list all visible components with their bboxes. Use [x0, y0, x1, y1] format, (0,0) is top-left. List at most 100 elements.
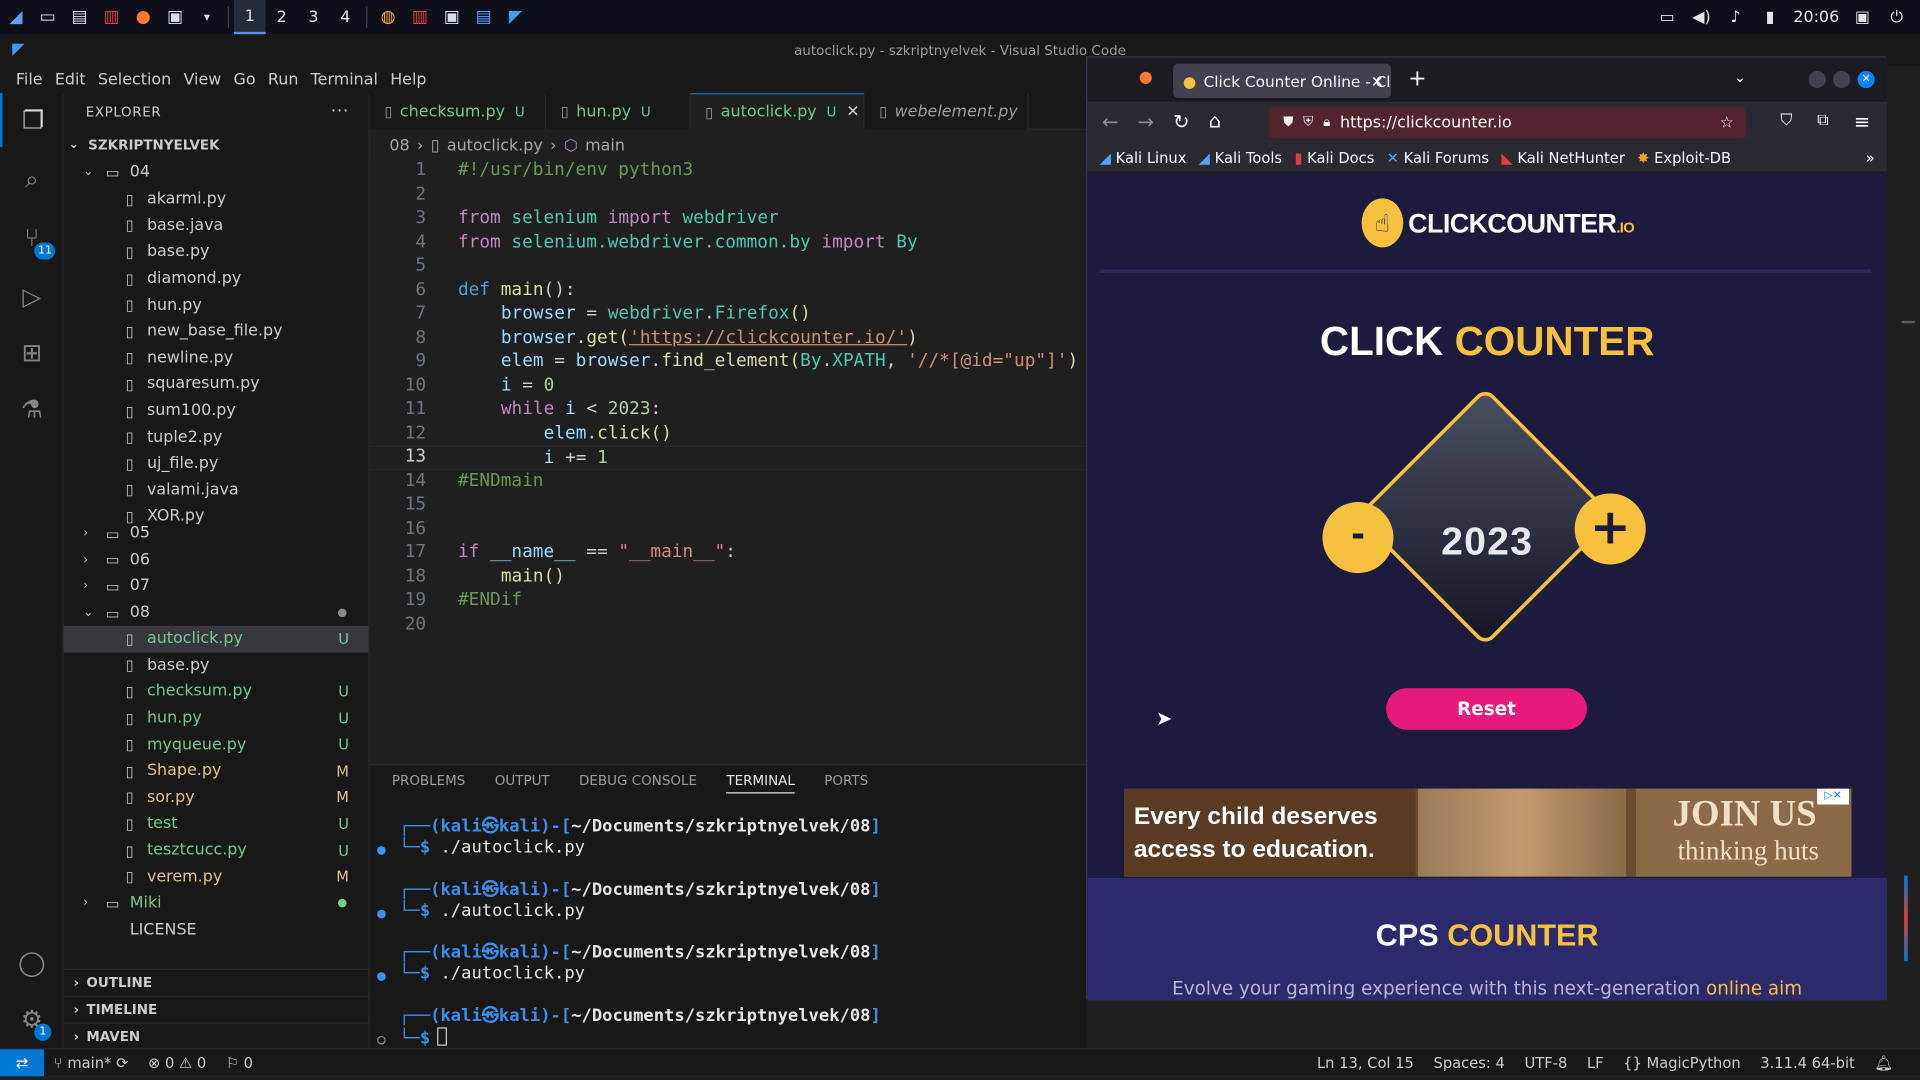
advertisement-banner[interactable]: Every child deserves access to education… [1124, 788, 1852, 877]
clock[interactable]: 20:06 [1793, 8, 1839, 26]
file-item[interactable]: ▯ diamond.py [64, 265, 369, 291]
file-item[interactable]: ▯ tuple2.py [64, 424, 369, 450]
menu-selection[interactable]: Selection [92, 70, 178, 88]
tab-output[interactable]: OUTPUT [495, 773, 550, 794]
file-item[interactable]: ▯ tesztcucc.py U [64, 837, 369, 863]
branch-indicator[interactable]: ⑂ main* ⟳ [44, 1054, 138, 1071]
problems-indicator[interactable]: ⊗ 0 ⚠ 0 [138, 1054, 216, 1071]
menu-view[interactable]: View [177, 70, 227, 88]
running-app-icon[interactable]: ▥ [404, 0, 436, 34]
workspace-4[interactable]: 4 [329, 0, 361, 34]
reset-button[interactable]: Reset [1386, 688, 1587, 730]
timeline-section[interactable]: › TIMELINE [63, 995, 369, 1023]
file-item[interactable]: ▯ Shape.py M [64, 758, 369, 784]
file-item[interactable]: ▯ sum100.py [64, 398, 369, 424]
workspace-3[interactable]: 3 [298, 0, 330, 34]
file-item[interactable]: ▯ base.py [64, 239, 369, 265]
remote-icon[interactable]: ⇄ [0, 1048, 45, 1076]
reload-icon[interactable]: ↻ [1173, 110, 1189, 133]
desktop-icon[interactable]: ▭ [32, 0, 64, 34]
bookmark-kali-tools[interactable]: ◢ Kali Tools [1199, 149, 1282, 166]
settings-gear-icon[interactable]: ⚙ 1 [0, 992, 64, 1046]
explorer-icon[interactable]: ❐ [0, 93, 64, 147]
extensions-icon[interactable]: ⧉ [1817, 111, 1828, 129]
menu-edit[interactable]: Edit [49, 70, 92, 88]
tracking-icon[interactable]: ⛊ [1283, 114, 1293, 131]
file-item[interactable]: ▯ sor.py M [64, 784, 369, 810]
file-item[interactable]: ▯ base.java [64, 213, 369, 239]
bookmark-kali-forums[interactable]: ✕ Kali Forums [1387, 149, 1489, 166]
workspace-root[interactable]: ⌄ SZKRIPTNYELVEK [64, 132, 369, 158]
terminal-icon[interactable]: ▣ [159, 0, 191, 34]
breadcrumb-symbol[interactable]: main [585, 137, 625, 155]
menu-file[interactable]: File [10, 70, 49, 88]
bookmark-exploit-db[interactable]: ✸ Exploit-DB [1637, 149, 1731, 166]
close-icon[interactable]: ✕ [846, 103, 859, 121]
tab-autoclick[interactable]: ▯ autoclick.py U ✕ [690, 93, 865, 130]
close-window-button[interactable]: ✕ [1857, 71, 1875, 89]
text-editor-icon[interactable]: ▥ [96, 0, 128, 34]
language-mode[interactable]: {} MagicPython [1613, 1054, 1750, 1071]
file-item[interactable]: ▯ base.py [64, 652, 369, 678]
running-app-icon[interactable]: ▤ [468, 0, 500, 34]
tab-checksum[interactable]: ▯ checksum.py U [369, 93, 547, 130]
folder-miki[interactable]: › ▭ Miki [64, 890, 369, 916]
running-app-icon[interactable]: ◍ [372, 0, 404, 34]
site-logo[interactable]: CLICKCOUNTER.IO [1408, 208, 1635, 240]
more-actions-icon[interactable]: ··· [331, 102, 349, 122]
folder-item[interactable]: ⌄ ▭ 08 [64, 600, 369, 626]
more-bookmarks-icon[interactable]: » [1866, 149, 1875, 166]
maven-section[interactable]: › MAVEN [63, 1022, 369, 1049]
close-tab-icon[interactable]: ✕ [1371, 72, 1384, 90]
power-icon[interactable]: ⏻ [1886, 8, 1908, 26]
home-icon[interactable]: ⌂ [1209, 109, 1221, 132]
menu-terminal[interactable]: Terminal [305, 70, 385, 88]
code-editor[interactable]: 1 2 3 4 5 6 7 8 9 10 11 12 13 14 15 16 17 18 19 20 #!/usr/b… [369, 159, 1088, 760]
cursor-position[interactable]: Ln 13, Col 15 [1307, 1054, 1424, 1071]
browser-tab[interactable]: ● Click Counter Online - Cli ✕ [1173, 63, 1392, 98]
shield-icon[interactable]: ⛨ [1303, 114, 1313, 131]
bell-icon[interactable]: ♪ [1725, 8, 1747, 26]
breadcrumb-file[interactable]: autoclick.py [447, 137, 543, 155]
bookmark-kali-linux[interactable]: ◢ Kali Linux [1100, 149, 1187, 166]
chevron-down-icon[interactable]: ⌄ [1734, 69, 1746, 86]
account-icon[interactable]: ◯ [0, 936, 64, 990]
bookmark-star-icon[interactable]: ☆ [1720, 113, 1734, 131]
run-debug-icon[interactable]: ▷ [0, 269, 64, 323]
tab-problems[interactable]: PROBLEMS [392, 773, 466, 794]
cps-link[interactable]: online aim [1706, 977, 1802, 999]
breadcrumb-folder[interactable]: 08 [389, 137, 409, 155]
tab-hun[interactable]: ▯ hun.py U [546, 93, 691, 130]
back-icon[interactable]: ← [1102, 110, 1118, 133]
minus-button[interactable]: - [1322, 502, 1394, 574]
menu-run[interactable]: Run [262, 70, 305, 88]
outline-section[interactable]: › OUTLINE [63, 968, 369, 996]
interpreter[interactable]: 3.11.4 64-bit [1750, 1054, 1864, 1071]
file-item[interactable]: ▯ test U [64, 811, 369, 837]
encoding[interactable]: UTF-8 [1515, 1054, 1577, 1071]
workspace-1[interactable]: 1 [233, 0, 266, 35]
file-item[interactable]: ▯ squaresum.py [64, 371, 369, 397]
file-item[interactable]: ▯ newline.py [64, 345, 369, 371]
file-item[interactable]: ▯ myqueue.py U [64, 732, 369, 758]
bookmark-kali-nethunter[interactable]: ◣ Kali NetHunter [1501, 149, 1625, 166]
lock-icon[interactable]: ▣ [1851, 8, 1873, 26]
workspace-2[interactable]: 2 [266, 0, 298, 34]
file-item[interactable]: ▯ akarmi.py [64, 186, 369, 212]
folder-04[interactable]: ⌄ ▭ 04 [64, 159, 369, 185]
tab-terminal[interactable]: TERMINAL [726, 773, 795, 794]
ports-indicator[interactable]: ⚐ 0 [216, 1054, 263, 1071]
file-item[interactable]: ▯ verem.py M [64, 864, 369, 890]
bookmark-kali-docs[interactable]: ▮ Kali Docs [1294, 149, 1374, 166]
hamburger-menu-icon[interactable]: ≡ [1854, 110, 1870, 133]
indentation[interactable]: Spaces: 4 [1424, 1054, 1515, 1071]
file-manager-icon[interactable]: ▤ [64, 0, 96, 34]
search-icon[interactable]: ⌕ [0, 152, 64, 206]
folder-item[interactable]: › ▭ 05 [64, 520, 369, 546]
file-item[interactable]: ▯ uj_file.py [64, 451, 369, 477]
forward-icon[interactable]: → [1138, 110, 1154, 133]
notifications-icon[interactable]: 🔔︎ [1865, 1054, 1903, 1071]
file-item[interactable]: ▯ hun.py [64, 292, 369, 318]
kali-menu-icon[interactable]: ◢ [0, 0, 32, 34]
eol[interactable]: LF [1577, 1054, 1613, 1071]
